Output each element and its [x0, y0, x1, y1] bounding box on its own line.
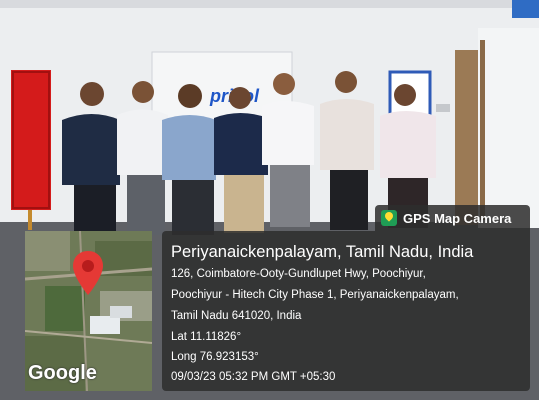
location-title: Periyanaickenpalayam, Tamil Nadu, India	[171, 243, 474, 261]
glass-door	[478, 28, 539, 228]
google-attribution: Google	[28, 362, 97, 384]
latitude: Lat 11.11826°	[171, 331, 242, 343]
address-line-3: Tamil Nadu 641020, India	[171, 310, 302, 322]
gps-map-camera-badge: GPS Map Camera	[375, 205, 530, 231]
longitude: Long 76.923153°	[171, 351, 259, 363]
red-panel	[11, 70, 51, 210]
location-map-thumbnail: Google	[25, 231, 152, 391]
ceiling-strip	[0, 0, 539, 8]
app-label: GPS Map Camera	[403, 210, 512, 226]
address-line-1: 126, Coimbatore-Ooty-Gundlupet Hwy, Pooc…	[171, 268, 426, 280]
gps-stamp-panel: Periyanaickenpalayam, Tamil Nadu, India …	[162, 231, 530, 391]
timestamp: 09/03/23 05:32 PM GMT +05:30	[171, 371, 336, 383]
map-pin-camera-icon	[381, 210, 397, 226]
map-pin-icon	[73, 251, 103, 295]
door-sign	[512, 0, 539, 18]
address-line-2: Poochiyur - Hitech City Phase 1, Periyan…	[171, 289, 459, 301]
